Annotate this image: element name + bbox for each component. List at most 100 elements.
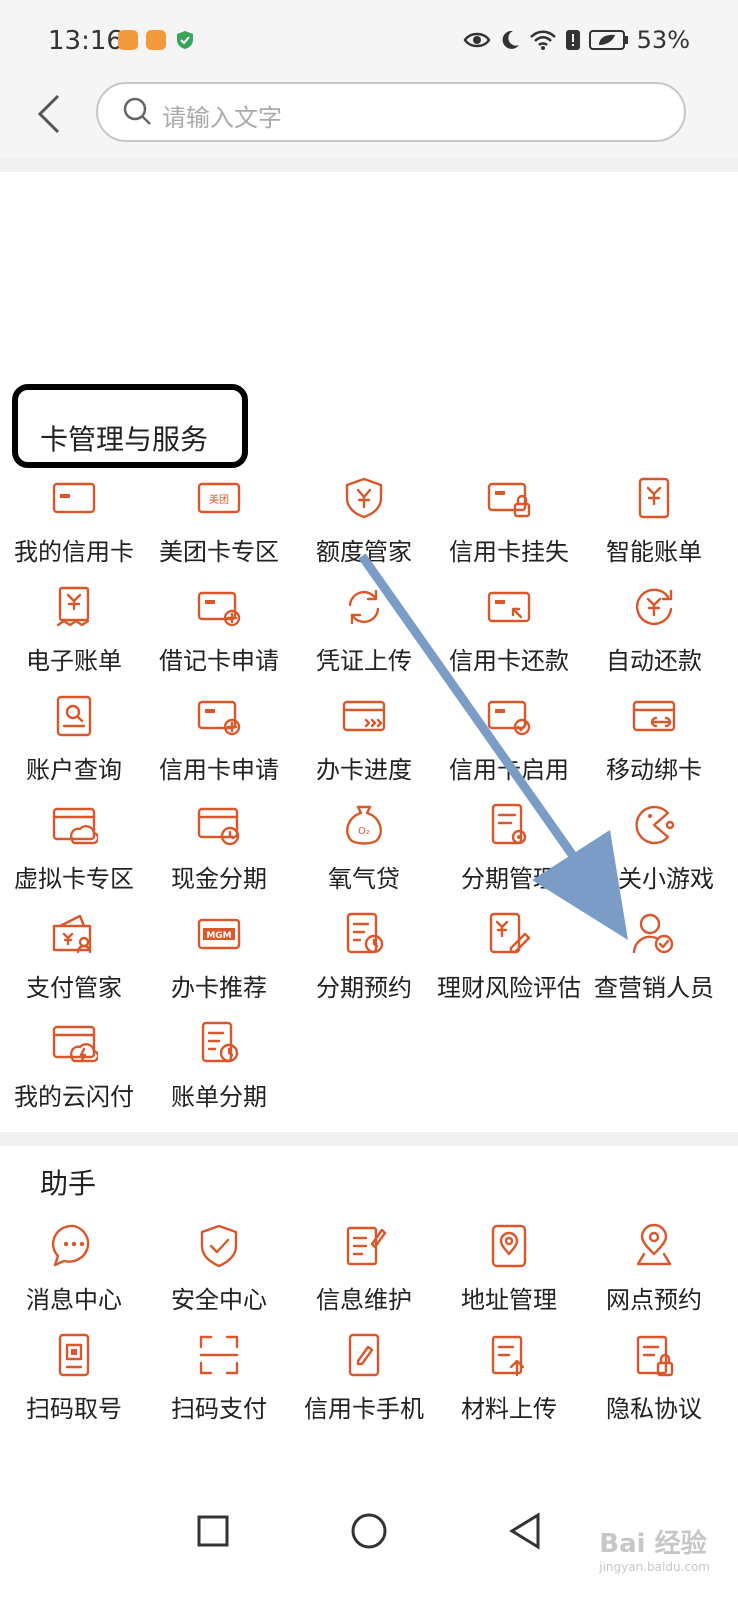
- auto-repay-icon: [635, 588, 673, 626]
- card-service-item-label: 移动绑卡: [606, 756, 702, 784]
- divider: [0, 1132, 738, 1146]
- helper-item-9[interactable]: 隐私协议: [580, 1331, 728, 1441]
- card-service-item-label: 查营销人员: [594, 974, 714, 1002]
- back-nav-icon[interactable]: [508, 1512, 542, 1550]
- helper-item-0[interactable]: 消息中心: [0, 1222, 148, 1332]
- credit-card-icon: [52, 482, 96, 514]
- alert-icon: [565, 30, 580, 50]
- card-service-item-label: 分期预约: [316, 974, 412, 1002]
- app-notification-icon: [146, 30, 166, 50]
- helper-item-label: 材料上传: [461, 1395, 557, 1423]
- security-shield-icon: [177, 31, 193, 49]
- home-icon[interactable]: [350, 1512, 388, 1550]
- upload-doc-icon: [491, 1335, 525, 1377]
- helper-item-8[interactable]: 材料上传: [435, 1331, 583, 1441]
- helper-item-3[interactable]: 地址管理: [435, 1222, 583, 1332]
- helper-item-7[interactable]: 信用卡手机: [290, 1331, 438, 1441]
- card-service-item-17[interactable]: O₂ 氧气贷: [290, 801, 438, 911]
- helper-item-6[interactable]: 扫码支付: [145, 1331, 293, 1441]
- card-service-item-24[interactable]: 查营销人员: [580, 910, 728, 1020]
- search-header: 请输入文字: [0, 70, 738, 158]
- installment-manage-icon: [491, 803, 527, 845]
- card-service-item-0[interactable]: 我的信用卡: [0, 474, 148, 584]
- yuan-shield-icon: [345, 477, 383, 519]
- system-nav-bar: Bai 经验 jingyan.baidu.com: [0, 1490, 738, 1600]
- scan-ticket-icon: [58, 1333, 90, 1377]
- card-service-item-18[interactable]: 分期管理: [435, 801, 583, 911]
- helper-item-1[interactable]: 安全中心: [145, 1222, 293, 1332]
- card-service-item-label: 我的云闪付: [14, 1083, 134, 1111]
- pay-manager-icon: [52, 914, 92, 954]
- card-service-item-1[interactable]: 美团 美团卡专区: [145, 474, 293, 584]
- location-pin-icon: [636, 1223, 672, 1266]
- card-service-item-13[interactable]: 信用卡启用: [435, 692, 583, 802]
- card-service-item-22[interactable]: 分期预约: [290, 910, 438, 1020]
- card-service-item-label: 账户查询: [26, 756, 122, 784]
- card-service-item-23[interactable]: 理财风险评估: [435, 910, 583, 1020]
- card-service-item-20[interactable]: 支付管家: [0, 910, 148, 1020]
- helper-item-5[interactable]: 扫码取号: [0, 1331, 148, 1441]
- cash-installment-icon: [197, 807, 240, 846]
- search-input[interactable]: 请输入文字: [96, 82, 686, 142]
- bill-icon: [638, 477, 670, 519]
- card-service-item-19[interactable]: 通关小游戏: [580, 801, 728, 911]
- card-service-item-label: 通关小游戏: [594, 865, 714, 893]
- card-service-item-12[interactable]: 办卡进度: [290, 692, 438, 802]
- card-service-item-label: 现金分期: [171, 865, 267, 893]
- card-service-item-label: 办卡进度: [316, 756, 412, 784]
- svg-text:美团: 美团: [209, 493, 229, 506]
- section-title-card-services: 卡管理与服务: [40, 423, 209, 456]
- card-service-item-14[interactable]: 移动绑卡: [580, 692, 728, 802]
- chat-icon: [51, 1224, 90, 1267]
- helper-item-2[interactable]: 信息维护: [290, 1222, 438, 1332]
- card-service-item-label: 分期管理: [461, 865, 557, 893]
- staff-search-icon: [632, 913, 674, 954]
- card-service-item-6[interactable]: 借记卡申请: [145, 583, 293, 693]
- card-service-item-3[interactable]: 信用卡挂失: [435, 474, 583, 584]
- divider: [0, 158, 738, 172]
- card-service-item-2[interactable]: 额度管家: [290, 474, 438, 584]
- pacman-icon: [635, 805, 675, 845]
- status-bar: 13:16 53%: [0, 0, 738, 70]
- search-icon: [123, 97, 151, 125]
- card-service-item-9[interactable]: 自动还款: [580, 583, 728, 693]
- card-service-item-label: 虚拟卡专区: [14, 865, 134, 893]
- card-service-item-10[interactable]: 账户查询: [0, 692, 148, 802]
- recent-apps-icon[interactable]: [196, 1514, 230, 1548]
- back-arrow-icon[interactable]: [30, 90, 70, 138]
- address-icon: [491, 1224, 527, 1268]
- scan-icon: [199, 1335, 239, 1375]
- card-service-item-label: 支付管家: [26, 974, 122, 1002]
- battery-percent: 53%: [636, 26, 690, 54]
- card-service-item-16[interactable]: 现金分期: [145, 801, 293, 911]
- card-service-item-8[interactable]: 信用卡还款: [435, 583, 583, 693]
- helper-item-4[interactable]: 网点预约: [580, 1222, 728, 1332]
- wifi-icon: [529, 30, 556, 50]
- card-service-item-4[interactable]: 智能账单: [580, 474, 728, 584]
- helper-item-label: 隐私协议: [606, 1395, 702, 1423]
- card-service-item-label: 信用卡启用: [449, 756, 569, 784]
- card-service-item-label: 氧气贷: [328, 865, 400, 893]
- risk-assessment-icon: [489, 912, 531, 954]
- card-service-item-25[interactable]: 我的云闪付: [0, 1019, 148, 1129]
- card-service-item-15[interactable]: 虚拟卡专区: [0, 801, 148, 911]
- card-service-item-label: 美团卡专区: [159, 538, 279, 566]
- card-service-item-26[interactable]: 账单分期: [145, 1019, 293, 1129]
- card-service-item-7[interactable]: 凭证上传: [290, 583, 438, 693]
- watermark-url: jingyan.baidu.com: [599, 1560, 710, 1574]
- card-service-item-5[interactable]: 电子账单: [0, 583, 148, 693]
- card-service-item-21[interactable]: MGM 办卡推荐: [145, 910, 293, 1020]
- installment-booking-icon: [346, 912, 384, 954]
- card-service-item-label: 自动还款: [606, 647, 702, 675]
- baidu-watermark: Bai 经验 jingyan.baidu.com: [599, 1523, 710, 1574]
- eye-icon: [463, 32, 491, 48]
- card-service-item-11[interactable]: 信用卡申请: [145, 692, 293, 802]
- helper-item-label: 网点预约: [606, 1286, 702, 1314]
- helper-item-label: 信息维护: [316, 1286, 412, 1314]
- moon-icon: [502, 30, 519, 49]
- status-icons: 53%: [463, 26, 690, 54]
- helper-item-label: 扫码取号: [26, 1395, 122, 1423]
- battery-icon: [588, 30, 628, 50]
- privacy-doc-icon: [636, 1335, 674, 1377]
- watermark-text: Bai 经验: [599, 1529, 707, 1559]
